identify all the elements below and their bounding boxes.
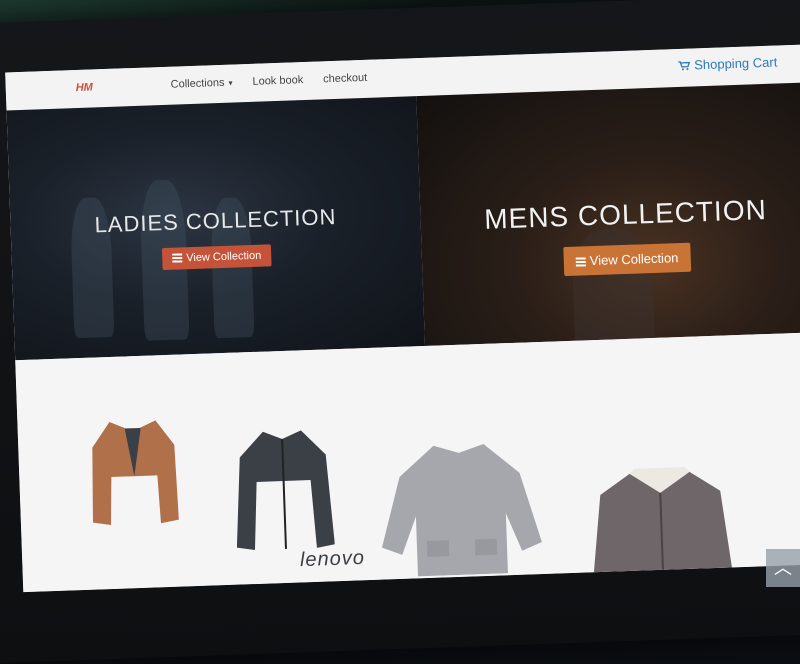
hero-banner: LADIES COLLECTION View Collection MENS C… [6,81,800,361]
laptop-brand-logo: lenovo [299,546,366,572]
nav-collections[interactable]: Collections ▾ [170,77,232,91]
product-blazer[interactable] [89,415,179,528]
shopping-cart-link[interactable]: Shopping Cart [678,55,778,73]
cart-icon [678,61,691,71]
list-icon [575,257,586,267]
product-coat[interactable] [378,442,542,578]
ladies-panel: LADIES COLLECTION View Collection [6,96,425,361]
product-grid [15,331,800,593]
scroll-top-button[interactable]: ︿ [766,549,800,587]
website-screen: HM Collections ▾ Look book checkout Shopp… [5,43,800,593]
caret-down-icon: ▾ [228,78,233,88]
up-chevron-icon: ︿ [774,558,792,578]
product-leather-jacket[interactable] [589,465,734,581]
list-icon [172,253,183,263]
nav-lookbook[interactable]: Look book [252,74,303,88]
ladies-view-collection-button[interactable]: View Collection [161,244,272,271]
product-fleece[interactable] [233,429,335,551]
nav-links: Collections ▾ Look book checkout [170,72,367,91]
nav-checkout[interactable]: checkout [323,72,367,86]
mens-view-collection-button[interactable]: View Collection [563,242,691,277]
site-logo[interactable]: HM [76,81,94,94]
mens-panel: MENS COLLECTION View Collection ▸ [416,81,800,346]
mens-title: MENS COLLECTION [483,193,768,235]
